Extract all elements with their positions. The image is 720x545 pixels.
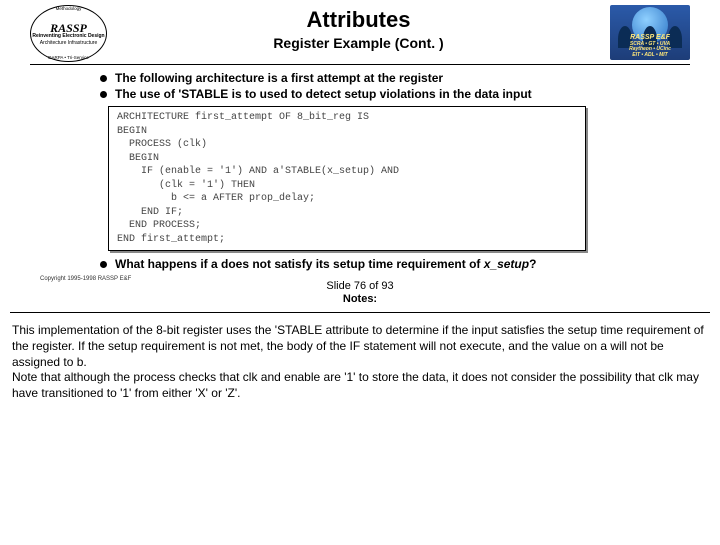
slide-header: Methodology RASSP Reinventing Electronic… — [30, 5, 690, 65]
logo-bot-arch: DARPA • Tri-Service — [48, 56, 89, 61]
bullet-dot-icon — [100, 91, 107, 98]
slide-title: Attributes — [117, 7, 600, 33]
bullet-text-part: ? — [529, 257, 536, 271]
title-block: Attributes Register Example (Cont. ) — [117, 5, 600, 51]
logo-sub1: Reinventing Electronic Design — [32, 34, 104, 39]
slide: Methodology RASSP Reinventing Electronic… — [30, 5, 690, 306]
logo-top-arch: Methodology — [56, 7, 82, 12]
bullet-list: What happens if a does not satisfy its s… — [100, 257, 570, 272]
code-block: ARCHITECTURE first_attempt OF 8_bit_reg … — [108, 106, 586, 251]
bullet-item: The use of 'STABLE is to used to detect … — [100, 87, 570, 102]
slide-subtitle: Register Example (Cont. ) — [117, 35, 600, 51]
bullet-item: The following architecture is a first at… — [100, 71, 570, 86]
notes-paragraph: Note that although the process checks th… — [12, 370, 708, 401]
rassp-logo: Methodology RASSP Reinventing Electronic… — [30, 5, 107, 62]
badge-line: EIT • ADL • MIT — [632, 52, 667, 58]
bullet-text-part: What happens if a does not satisfy its s… — [115, 257, 484, 271]
bullet-list: The following architecture is a first at… — [100, 71, 570, 102]
bullet-text: The following architecture is a first at… — [115, 71, 443, 86]
slide-meta: Slide 76 of 93 Notes: — [30, 280, 690, 306]
notes-paragraph: This implementation of the 8-bit registe… — [12, 323, 708, 370]
rassp-badge: RASSP E&F SCRA • GT • UVA Raytheon • UCi… — [610, 5, 690, 60]
bullet-dot-icon — [100, 261, 107, 268]
bullet-text: The use of 'STABLE is to used to detect … — [115, 87, 532, 102]
notes-label: Notes: — [30, 293, 690, 306]
bullet-text-emph: x_setup — [484, 257, 529, 271]
bullet-item: What happens if a does not satisfy its s… — [100, 257, 570, 272]
divider — [10, 312, 710, 313]
bullet-dot-icon — [100, 75, 107, 82]
badge-text: RASSP E&F SCRA • GT • UVA Raytheon • UCi… — [610, 34, 690, 58]
bullet-text: What happens if a does not satisfy its s… — [115, 257, 536, 272]
speaker-notes: This implementation of the 8-bit registe… — [12, 323, 708, 401]
copyright-text: Copyright 1995-1998 RASSP E&F — [40, 276, 131, 282]
logo-sub2: Architecture Infrastructure — [40, 41, 98, 46]
logo-brand: RASSP — [50, 22, 87, 34]
